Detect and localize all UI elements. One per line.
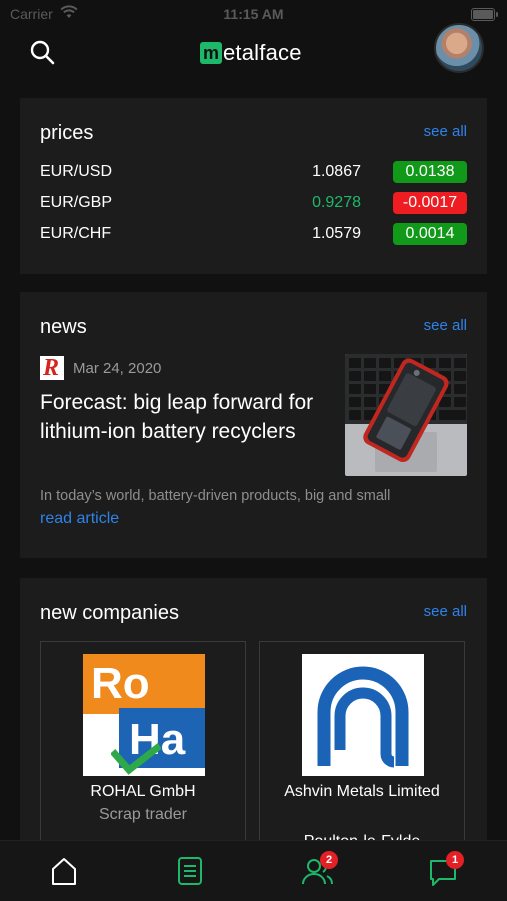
document-icon — [178, 857, 202, 885]
contacts-badge: 2 — [320, 851, 338, 869]
companies-see-all-link[interactable]: see all — [424, 603, 467, 620]
news-card: news see all R Mar 24, 2020 Forecast: bi… — [20, 292, 487, 558]
tab-contacts[interactable]: 2 — [297, 851, 338, 889]
price-row[interactable]: EUR/USD 1.0867 0.0138 — [40, 159, 467, 185]
company-card-rohal[interactable]: Ro Ha ROHAL GmbH Scrap trader — [40, 641, 246, 841]
company-card-ashvin[interactable]: Ashvin Metals Limited Poulton-le-Fylde — [259, 641, 465, 850]
tab-messages[interactable]: 1 — [423, 851, 464, 889]
price-row[interactable]: EUR/CHF 1.0579 0.0014 — [40, 221, 467, 247]
news-headline[interactable]: Forecast: big leap forward for lithium-i… — [40, 388, 320, 446]
rohal-logo-text-ro: Ro — [91, 659, 150, 708]
company-name: ROHAL GmbH — [90, 783, 196, 800]
rohal-logo-top: Ro — [83, 654, 205, 714]
prices-title: prices — [40, 122, 94, 144]
price-pair: EUR/USD — [40, 163, 113, 180]
company-type: Scrap trader — [98, 806, 188, 823]
companies-title: new companies — [40, 602, 179, 624]
news-source-logo: R — [40, 355, 64, 381]
app-logo: m etalface — [200, 40, 302, 66]
logo-initial: m — [202, 43, 219, 63]
price-value: 1.0579 — [312, 225, 361, 242]
home-icon — [52, 858, 76, 885]
companies-card: new companies see all Ro Ha ROHAL GmbH S… — [20, 578, 487, 858]
ashvin-logo — [302, 654, 424, 776]
price-pair: EUR/CHF — [40, 225, 112, 242]
logo-mark: m — [200, 42, 222, 64]
check-mark-icon — [111, 743, 161, 775]
messages-badge: 1 — [446, 851, 464, 869]
tab-home[interactable] — [44, 853, 84, 889]
prices-see-all-link[interactable]: see all — [424, 123, 467, 140]
news-title: news — [40, 316, 87, 338]
price-row[interactable]: EUR/GBP 0.9278 -0.0017 — [40, 190, 467, 216]
tab-news[interactable] — [170, 853, 210, 889]
price-value: 1.0867 — [312, 163, 361, 180]
price-change-badge: -0.0017 — [393, 192, 467, 214]
tab-bar: 2 1 — [0, 840, 507, 901]
prices-card: prices see all EUR/USD 1.0867 0.0138 EUR… — [20, 98, 487, 274]
read-article-link[interactable]: read article — [40, 510, 119, 528]
news-see-all-link[interactable]: see all — [424, 317, 467, 334]
news-image[interactable] — [345, 354, 467, 476]
price-change-badge: 0.0014 — [393, 223, 467, 245]
logo-text: etalface — [223, 40, 302, 65]
price-change-badge: 0.0138 — [393, 161, 467, 183]
price-pair: EUR/GBP — [40, 194, 113, 211]
news-snippet: In today’s world, battery-driven product… — [40, 488, 391, 504]
search-icon[interactable] — [28, 38, 58, 68]
app-header: m etalface — [0, 20, 507, 84]
avatar[interactable] — [434, 23, 484, 73]
news-source-letter: R — [43, 355, 60, 381]
rohal-logo: Ro Ha — [83, 654, 205, 776]
company-name: Ashvin Metals Limited — [284, 783, 440, 800]
news-date: Mar 24, 2020 — [73, 360, 162, 377]
price-value: 0.9278 — [312, 194, 361, 211]
